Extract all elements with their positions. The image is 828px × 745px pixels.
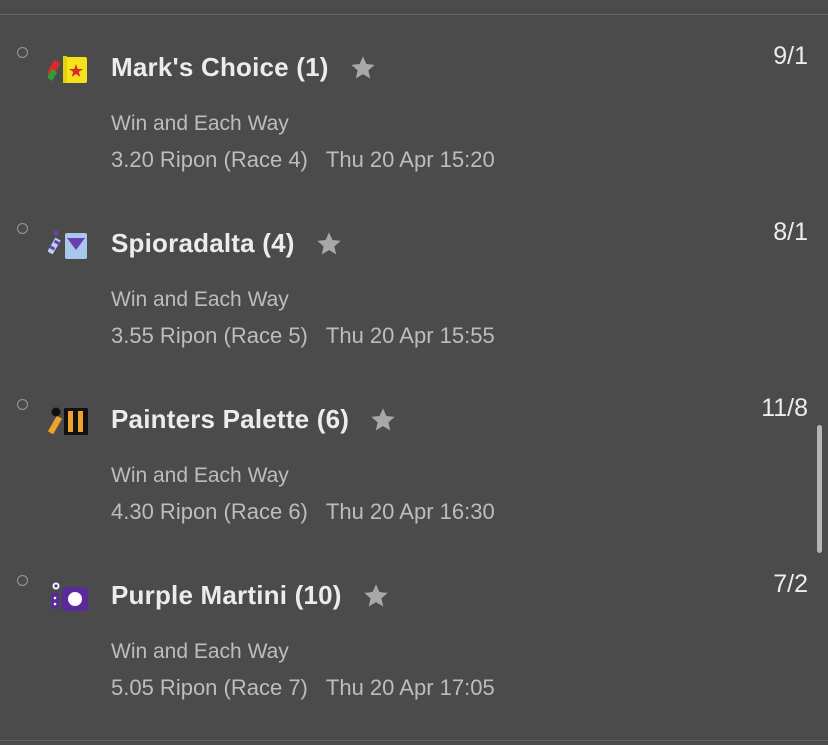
bet-type: Win and Each Way [111, 288, 289, 311]
selection-radio[interactable] [17, 575, 28, 586]
selection-radio[interactable] [17, 47, 28, 58]
horse-name[interactable]: Mark's Choice (1) [111, 52, 329, 83]
horse-name-row: Purple Martini (10) [111, 580, 390, 611]
selection-item[interactable]: Purple Martini (10) Win and Each Way 5.0… [0, 528, 828, 704]
race-datetime: Thu 20 Apr 17:05 [325, 675, 495, 700]
race-name: 5.05 Ripon (Race 7) [111, 675, 308, 700]
selection-radio[interactable] [17, 223, 28, 234]
race-info: 3.55 Ripon (Race 5) Thu 20 Apr 15:55 [111, 323, 495, 349]
odds-price[interactable]: 7/2 [773, 570, 808, 599]
selection-item[interactable]: Painters Palette (6) Win and Each Way 4.… [0, 352, 828, 528]
silks-lightblue-purple-chevron-icon [48, 230, 87, 259]
silks-yellow-red-star-icon [48, 56, 87, 83]
race-datetime: Thu 20 Apr 16:30 [325, 499, 495, 524]
horse-name[interactable]: Painters Palette (6) [111, 404, 349, 435]
horse-name-row: Mark's Choice (1) [111, 52, 377, 83]
bet-type: Win and Each Way [111, 640, 289, 663]
selection-radio[interactable] [17, 399, 28, 410]
favourite-star-icon[interactable] [349, 54, 377, 82]
horse-name[interactable]: Spioradalta (4) [111, 228, 295, 259]
bet-type: Win and Each Way [111, 464, 289, 487]
silks-purple-white-spot-icon [51, 582, 88, 611]
bet-selections-list: Mark's Choice (1) Win and Each Way 3.20 … [0, 0, 828, 745]
race-info: 4.30 Ripon (Race 6) Thu 20 Apr 16:30 [111, 499, 495, 525]
selection-item[interactable]: Spioradalta (4) Win and Each Way 3.55 Ri… [0, 176, 828, 352]
race-name: 4.30 Ripon (Race 6) [111, 499, 308, 524]
selection-item[interactable]: Mark's Choice (1) Win and Each Way 3.20 … [0, 0, 828, 176]
race-info: 3.20 Ripon (Race 4) Thu 20 Apr 15:20 [111, 147, 495, 173]
odds-price[interactable]: 11/8 [761, 394, 808, 423]
horse-name[interactable]: Purple Martini (10) [111, 580, 342, 611]
silks-orange-black-stripes-icon [48, 407, 88, 435]
race-info: 5.05 Ripon (Race 7) Thu 20 Apr 17:05 [111, 675, 495, 701]
bottom-divider [0, 740, 828, 741]
favourite-star-icon[interactable] [362, 582, 390, 610]
horse-name-row: Painters Palette (6) [111, 404, 397, 435]
favourite-star-icon[interactable] [369, 406, 397, 434]
bet-type: Win and Each Way [111, 112, 289, 135]
race-datetime: Thu 20 Apr 15:55 [325, 323, 495, 348]
horse-name-row: Spioradalta (4) [111, 228, 343, 259]
race-datetime: Thu 20 Apr 15:20 [325, 147, 495, 172]
odds-price[interactable]: 8/1 [773, 218, 808, 247]
vertical-scrollbar[interactable] [817, 425, 822, 553]
favourite-star-icon[interactable] [315, 230, 343, 258]
odds-price[interactable]: 9/1 [773, 42, 808, 71]
race-name: 3.55 Ripon (Race 5) [111, 323, 308, 348]
race-name: 3.20 Ripon (Race 4) [111, 147, 308, 172]
